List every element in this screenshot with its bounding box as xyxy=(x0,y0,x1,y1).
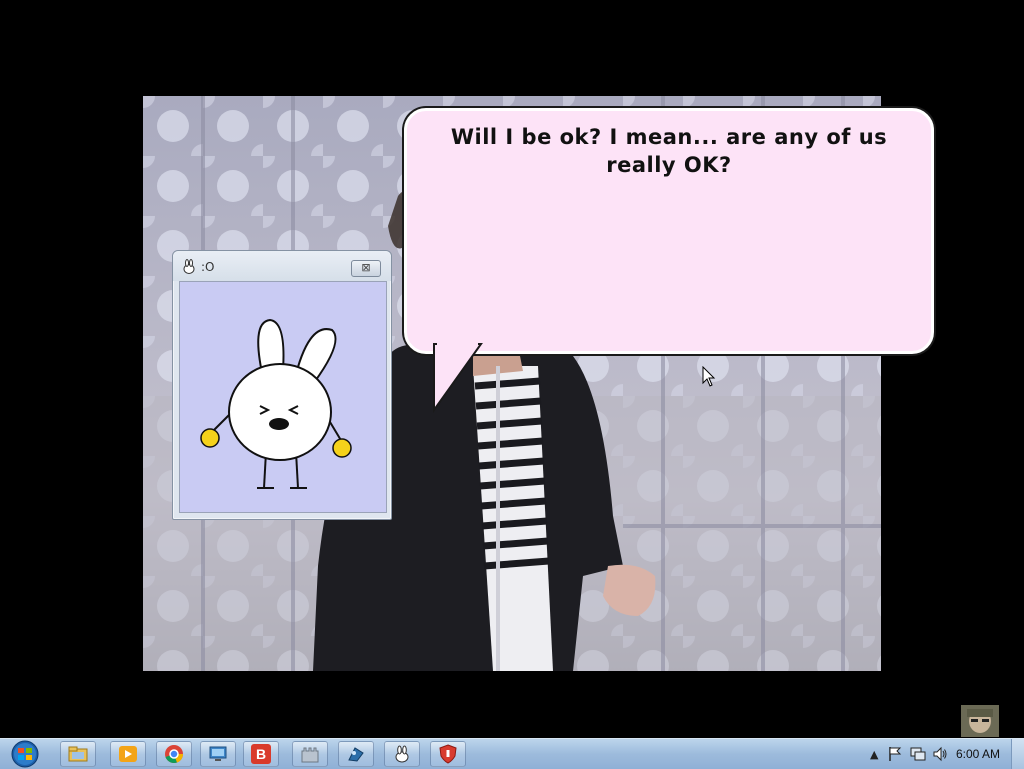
volume-icon[interactable] xyxy=(932,746,948,762)
taskbar-button-puzzle-app[interactable] xyxy=(338,741,374,767)
clock[interactable]: 6:00 AM xyxy=(956,747,1000,761)
start-orb-icon[interactable] xyxy=(8,740,42,768)
pet-window-titlebar[interactable]: :O ⊠ xyxy=(173,251,391,281)
bunny-small-icon xyxy=(183,259,195,274)
taskbar-button-explorer[interactable] xyxy=(60,741,96,767)
b-app-label: B xyxy=(255,746,267,762)
taskbar-button-castle[interactable] xyxy=(292,741,328,767)
explorer-icon xyxy=(68,746,88,762)
action-center-flag-icon[interactable] xyxy=(888,746,902,762)
taskbar-button-b-app[interactable]: B xyxy=(243,741,279,767)
system-tray: ▲ 6:00 AM xyxy=(844,739,1024,769)
show-desktop-button[interactable] xyxy=(1011,739,1024,769)
shield-app-icon xyxy=(439,744,457,764)
close-button[interactable]: ⊠ xyxy=(351,260,381,277)
taskbar-button-shield-app[interactable] xyxy=(430,741,466,767)
taskbar-button-remote-desktop[interactable] xyxy=(200,741,236,767)
taskbar-button-media-player[interactable] xyxy=(110,741,146,767)
speech-bubble-text: Will I be ok? I mean... are any of us re… xyxy=(450,125,888,177)
taskbar-button-bunny-app[interactable] xyxy=(384,741,420,767)
taskbar-button-chrome[interactable] xyxy=(156,741,192,767)
puzzle-app-icon xyxy=(348,747,364,762)
speech-bubble: Will I be ok? I mean... are any of us re… xyxy=(404,108,934,354)
castle-icon xyxy=(301,747,319,763)
media-player-icon xyxy=(119,746,137,762)
remote-desktop-icon xyxy=(209,746,227,761)
user-avatar[interactable] xyxy=(961,705,999,737)
pet-canvas[interactable] xyxy=(179,281,387,513)
bunny-character[interactable] xyxy=(180,282,386,512)
bunny-app-icon xyxy=(395,745,409,763)
taskbar: B ▲ 6:00 AM xyxy=(0,738,1024,769)
network-icon[interactable] xyxy=(910,746,926,762)
speech-bubble-tail xyxy=(433,340,483,414)
chrome-icon xyxy=(165,745,184,764)
b-app-icon: B xyxy=(251,744,271,764)
desktop: Will I be ok? I mean... are any of us re… xyxy=(0,0,1024,738)
pet-window[interactable]: :O ⊠ xyxy=(172,250,392,520)
tray-overflow-icon[interactable]: ▲ xyxy=(870,748,878,761)
close-icon: ⊠ xyxy=(361,261,371,274)
pet-window-title: :O xyxy=(201,260,215,274)
mouse-cursor-icon xyxy=(702,366,716,387)
